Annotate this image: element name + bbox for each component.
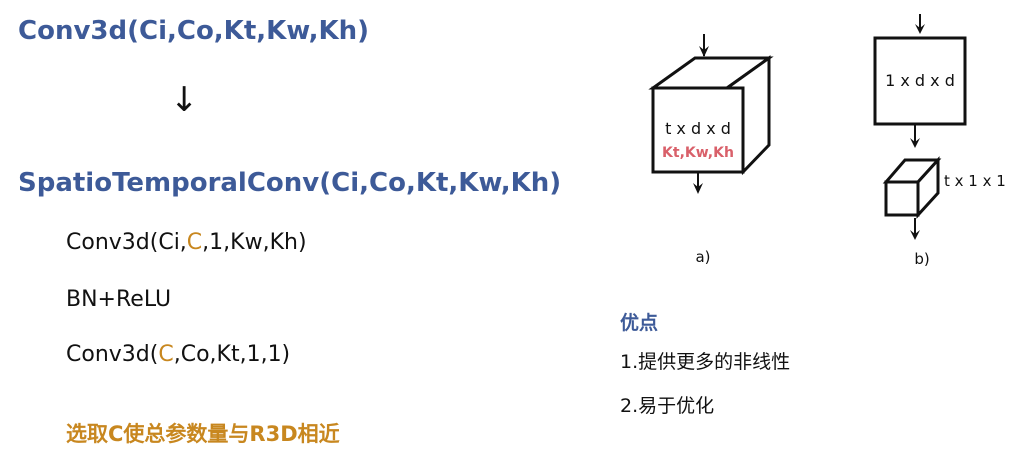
spatial-size-label: 1 x d x d [885, 71, 955, 90]
cube-a-size-label: t x d x d [665, 119, 731, 138]
temporal-size-label: t x 1 x 1 [944, 172, 1006, 190]
advantage-item: 1.提供更多的非线性 [620, 351, 791, 373]
conv-kernel-diagram: t x d x d Kt,Kw,Kh a) 1 x d x d t x 1 x … [648, 14, 1006, 268]
diagram-b-group: 1 x d x d t x 1 x 1 b) [873, 14, 1006, 268]
advantage-item: 2.易于优化 [620, 395, 715, 417]
diagram-a-group: t x d x d Kt,Kw,Kh a) [648, 34, 774, 266]
kernel-label: Kt,Kw,Kh [662, 145, 734, 161]
temporal-box-front [884, 180, 920, 217]
advantages-title: 优点 [620, 312, 659, 334]
caption-a: a) [695, 248, 710, 266]
caption-b: b) [914, 250, 929, 268]
